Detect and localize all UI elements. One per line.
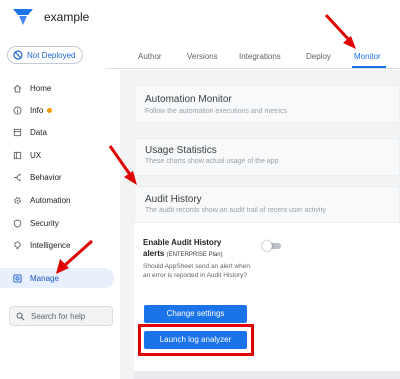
sidebar-item-label: Manage [30,273,59,283]
next-card-edge [134,371,400,379]
card-subtitle: These charts show actual usage of the ap… [145,158,279,165]
top-bar: example [0,0,400,36]
card-title: Usage Statistics [145,145,217,156]
tab-author[interactable]: Author [138,52,162,61]
sidebar-item-automation[interactable]: Automation [0,190,114,210]
audit-alerts-label: Enable Audit History alerts (ENTERPRISE … [143,237,223,261]
tabs-divider [105,68,400,69]
usage-statistics-card[interactable]: Usage Statistics These charts show actua… [134,138,400,176]
audit-alerts-label-line2: alerts [143,249,165,258]
sidebar-item-behavior[interactable]: Behavior [0,167,114,187]
sidebar-item-intelligence[interactable]: Intelligence [0,235,114,255]
card-title: Automation Monitor [145,94,232,105]
lightbulb-icon [14,240,21,249]
tab-monitor[interactable]: Monitor [354,52,381,61]
card-subtitle: The audit records show an audit trail of… [145,207,326,214]
behavior-icon [13,173,21,181]
ux-icon [13,151,22,159]
manage-icon [13,273,22,283]
data-icon [13,128,22,136]
sidebar-item-data[interactable]: Data [0,122,114,142]
shield-icon [13,218,22,228]
automation-monitor-card[interactable]: Automation Monitor Follow the automation… [134,85,400,123]
tab-integrations[interactable]: Integrations [239,52,281,61]
sidebar-item-label: Home [30,83,52,93]
sidebar-item-label: Data [30,127,47,137]
sidebar-item-home[interactable]: Home [0,78,114,98]
enterprise-plan-tag: (ENTERPRISE Plan) [166,252,223,258]
sidebar-item-label: Info [30,105,44,115]
audit-alerts-description: Should AppSheet send an alert when an er… [143,263,250,279]
tab-deploy[interactable]: Deploy [306,52,331,61]
app-name[interactable]: example [44,10,89,24]
help-search-input[interactable] [31,311,111,321]
appsheet-logo-icon[interactable] [12,7,34,27]
sidebar-item-security[interactable]: Security [0,213,114,233]
search-icon [16,312,25,320]
audit-alerts-toggle[interactable] [262,241,282,251]
sidebar-item-label: Intelligence [30,240,71,250]
sidebar-item-ux[interactable]: UX [0,145,114,165]
home-icon [13,84,22,93]
card-title: Audit History [145,194,202,205]
sidebar-item-label: Automation [30,195,71,205]
info-icon [13,105,22,115]
change-settings-button[interactable]: Change settings [144,305,247,323]
toggle-knob [262,241,272,251]
sidebar-item-label: Security [30,218,59,228]
automation-icon [14,196,21,204]
editor-tabs: Author Versions Integrations Deploy Moni… [0,48,400,68]
notification-dot [47,107,53,113]
sidebar-item-manage[interactable]: Manage [0,268,114,288]
annotation-highlight-box [138,324,254,356]
sidebar-item-label: Behavior [30,172,62,182]
sidebar-item-label: UX [30,150,42,160]
help-search[interactable] [9,306,113,326]
sidebar: Home Info Data UX Behavior Automation Se… [0,74,120,379]
sidebar-item-info[interactable]: Info [0,100,114,120]
tab-versions[interactable]: Versions [187,52,218,61]
audit-history-card[interactable]: Audit History The audit records show an … [134,186,400,223]
card-subtitle: Follow the automation executions and met… [145,108,288,115]
audit-alerts-label-line1: Enable Audit History [143,238,222,247]
